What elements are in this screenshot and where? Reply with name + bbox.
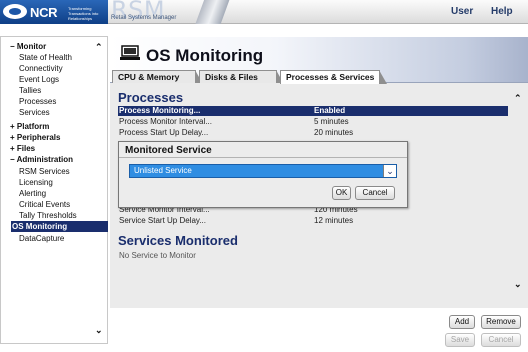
content-scroll-down-icon[interactable]: ⌄ [514,279,522,290]
sidebar-group-monitor[interactable]: − Monitor [10,41,46,52]
setting-value: Enabled [314,106,346,115]
setting-name: Process Start Up Delay... [119,128,209,137]
remove-button[interactable]: Remove [481,315,521,329]
sidebar-item-connectivity[interactable]: Connectivity [19,63,63,74]
setting-name: Service Start Up Delay... [119,216,206,225]
sidebar-item-services[interactable]: Services [19,107,50,118]
tab-cpu-memory[interactable]: CPU & Memory [112,70,203,84]
top-header: NCR Transforming Transactions into Relat… [0,0,528,24]
sidebar-item-tallies[interactable]: Tallies [19,85,41,96]
dialog-divider [119,157,407,158]
setting-row[interactable]: Service Start Up Delay... 12 minutes [118,216,508,226]
help-link[interactable]: Help [491,6,513,17]
sidebar-item-state-of-health[interactable]: State of Health [19,52,72,63]
content-scroll-up-icon[interactable]: ⌃ [514,93,522,104]
user-link[interactable]: User [451,6,473,17]
sidebar-item-licensing[interactable]: Licensing [19,177,53,188]
sidebar-item-event-logs[interactable]: Event Logs [19,74,59,85]
brand-name: NCR [30,5,58,20]
sidebar-nav: − Monitor State of Health Connectivity E… [0,36,108,344]
setting-value: 5 minutes [314,117,349,126]
setting-value: 12 minutes [314,216,354,225]
add-button[interactable]: Add [449,315,475,329]
setting-value: 20 minutes [314,128,354,137]
sidebar-group-administration[interactable]: − Administration [10,154,73,165]
brand-tagline: Transforming Transactions into Relations… [68,6,99,21]
product-name: Retail Systems Manager [111,15,177,21]
services-empty-text: No Service to Monitor [119,251,196,260]
sidebar-scroll-up-icon[interactable]: ⌃ [95,42,103,53]
sidebar-item-rsm-services[interactable]: RSM Services [19,166,70,177]
monitored-service-dialog: Monitored Service Unlisted Service ⌄ OK … [118,141,408,208]
sidebar-item-alerting[interactable]: Alerting [19,188,46,199]
ncr-logo-icon [3,4,27,19]
sidebar-item-processes[interactable]: Processes [19,96,56,107]
sidebar-item-datacapture[interactable]: DataCapture [19,233,64,244]
setting-name: Process Monitoring... [119,106,201,115]
service-select[interactable]: Unlisted Service ⌄ [129,164,397,178]
sidebar-item-tally-thresholds[interactable]: Tally Thresholds [19,210,77,221]
setting-name: Process Monitor Interval... [119,117,212,126]
page-title: OS Monitoring [146,46,264,65]
title-band: OS Monitoring CPU & Memory Disks & Files… [110,37,528,84]
setting-row[interactable]: Process Monitor Interval... 5 minutes [118,117,508,127]
cancel-button[interactable]: Cancel [481,333,521,347]
service-select-value: Unlisted Service [134,166,192,175]
header-decoration [188,0,232,24]
setting-row[interactable]: Process Start Up Delay... 20 minutes [118,128,508,138]
sidebar-item-critical-events[interactable]: Critical Events [19,199,70,210]
ncr-logo: NCR Transforming Transactions into Relat… [0,0,108,24]
sidebar-group-peripherals[interactable]: + Peripherals [10,132,60,143]
dialog-title: Monitored Service [125,145,212,156]
dialog-ok-button[interactable]: OK [332,186,351,200]
sidebar-item-os-monitoring[interactable]: OS Monitoring [11,221,108,232]
chevron-down-icon[interactable]: ⌄ [383,165,396,177]
monitor-icon [120,45,140,60]
save-button[interactable]: Save [445,333,475,347]
services-heading: Services Monitored [118,233,238,248]
sidebar-group-platform[interactable]: + Platform [10,121,49,132]
tab-processes-services[interactable]: Processes & Services [280,70,387,84]
tab-disks-files[interactable]: Disks & Files [199,70,284,84]
processes-heading: Processes [118,90,184,105]
sidebar-group-files[interactable]: + Files [10,143,35,154]
sidebar-scroll-down-icon[interactable]: ⌄ [95,325,103,336]
dialog-cancel-button[interactable]: Cancel [355,186,395,200]
setting-row[interactable]: Process Monitoring... Enabled [118,106,508,116]
